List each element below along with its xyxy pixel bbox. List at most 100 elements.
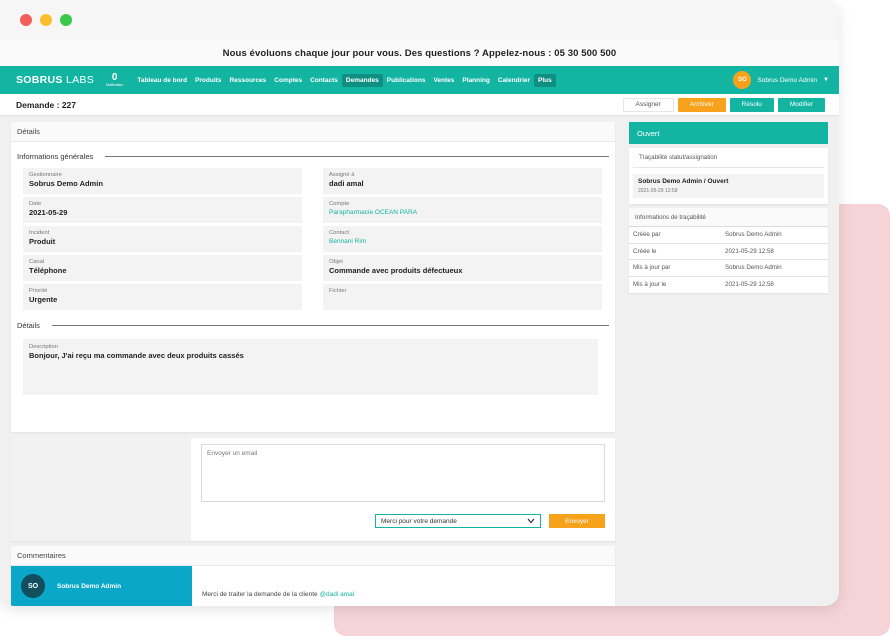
field-value: Sobrus Demo Admin: [29, 178, 103, 188]
comment-text: Merci de traiter la demande de la client…: [192, 566, 615, 606]
user-avatar[interactable]: SO: [733, 71, 752, 89]
side-column: Ouvert Traçabilité statut/assignation So…: [629, 122, 828, 293]
row-value: Sobrus Demo Admin: [725, 264, 782, 272]
close-window-dot[interactable]: [20, 14, 32, 26]
field-label: Canal: [29, 259, 45, 265]
nav-item-planning[interactable]: Planning: [458, 74, 493, 87]
stage: Nous évoluons chaque jour pour vous. Des…: [0, 0, 890, 636]
field-channel: Canal Téléphone: [23, 255, 302, 281]
table-row: Créée par Sobrus Demo Admin: [629, 227, 828, 244]
trace-entry: Sobrus Demo Admin / Ouvert: [638, 178, 729, 185]
email-card-body: Envoyer un email Merci pour votre demand…: [191, 438, 615, 541]
nav-item-sales[interactable]: Ventes: [429, 74, 458, 87]
field-assignee: Assigné à dadi amal: [323, 168, 602, 194]
field-label: Priorité: [29, 288, 48, 294]
comment-item: SO Sobrus Demo Admin Merci de traiter la…: [11, 566, 615, 606]
field-label: Assigné à: [329, 172, 355, 178]
nav-item-more[interactable]: Plus: [534, 73, 556, 87]
status-badge: Ouvert: [629, 122, 828, 144]
section-divider: [105, 156, 609, 157]
page-title: Demande : 227: [16, 99, 76, 110]
row-key: Créée par: [633, 231, 661, 239]
user-name[interactable]: Sobrus Demo Admin: [757, 77, 817, 84]
general-info-heading: Informations générales: [11, 152, 615, 161]
email-textarea[interactable]: Envoyer un email: [201, 444, 605, 502]
notification-counter[interactable]: 0 Notification: [106, 71, 124, 88]
field-value: 2021-05-29: [29, 207, 68, 217]
field-label: Fichier: [329, 288, 347, 294]
account-link[interactable]: Parapharmacie OCEAN PARA: [329, 209, 596, 216]
field-label: Contact: [329, 230, 349, 236]
table-row: Mis à jour par Sobrus Demo Admin: [629, 260, 828, 277]
field-manager: Gestionnaire Sobrus Demo Admin: [23, 168, 302, 194]
chevron-down-icon[interactable]: ▼: [823, 77, 829, 83]
details-card-title: Détails: [11, 122, 615, 142]
field-subject: Objet Commande avec produits défectueux: [323, 255, 602, 281]
nav-item-products[interactable]: Produits: [191, 74, 225, 87]
email-card-side: [11, 438, 191, 541]
nav-item-dashboard[interactable]: Tableau de bord: [133, 74, 191, 87]
trace-date: 2021-05-29 12:58: [638, 188, 678, 194]
comment-body: Merci de traiter la demande de la client…: [202, 591, 318, 598]
notification-label: Notification: [106, 82, 124, 87]
field-value: Urgente: [29, 294, 58, 304]
notification-count: 0: [111, 71, 118, 83]
window-titlebar: [0, 0, 839, 40]
details-section-title: Détails: [17, 321, 40, 330]
nav-item-resources[interactable]: Ressources: [225, 74, 270, 87]
edit-button[interactable]: Modifier: [777, 97, 825, 112]
brand-logo[interactable]: SOBRUS LABS: [16, 74, 94, 86]
assign-button[interactable]: Assigner: [622, 97, 674, 112]
row-value: 2021-05-29 12:58: [725, 281, 774, 289]
request-toolbar: Demande : 227 Assigner Archiver Résolu M…: [0, 94, 839, 116]
comments-title: Commentaires: [11, 546, 615, 566]
general-info-title: Informations générales: [17, 152, 94, 161]
comment-mention[interactable]: @dadi amal: [319, 591, 354, 598]
status-trace-title: Traçabilité statut/assignation: [633, 154, 824, 168]
field-date: Date 2021-05-29: [23, 197, 302, 223]
field-label: Date: [29, 201, 42, 207]
chevron-down-icon: [527, 518, 535, 524]
field-file: Fichier: [323, 284, 602, 310]
row-key: Mis à jour par: [633, 264, 671, 272]
table-row: Créée le 2021-05-29 12:58: [629, 244, 828, 260]
nav-item-accounts[interactable]: Comptes: [270, 74, 306, 87]
brand-bold: SOBRUS: [16, 74, 63, 86]
main-column: Détails Informations générales Gestionna…: [11, 122, 615, 606]
row-key: Créée le: [633, 247, 657, 255]
field-priority: Priorité Urgente: [23, 284, 302, 310]
table-row: Mis à jour le 2021-05-29 12:58: [629, 277, 828, 294]
field-value: Commande avec produits défectueux: [329, 265, 463, 275]
field-label: Compte: [329, 201, 350, 207]
comment-author: SO Sobrus Demo Admin: [11, 566, 192, 606]
archive-button[interactable]: Archiver: [677, 97, 726, 112]
nav-item-contacts[interactable]: Contacts: [306, 74, 342, 87]
resolve-button[interactable]: Résolu: [729, 97, 774, 112]
field-label: Objet: [329, 259, 343, 265]
send-email-button[interactable]: Envoyer: [549, 514, 605, 528]
description-box: Description Bonjour, J'ai reçu ma comman…: [23, 339, 598, 395]
status-trace-item: Sobrus Demo Admin / Ouvert 2021-05-29 12…: [633, 174, 824, 198]
email-template-select[interactable]: Merci pour votre demande: [375, 514, 541, 528]
contact-link[interactable]: Bennani Rim: [329, 238, 596, 245]
status-trace-card: Traçabilité statut/assignation Sobrus De…: [629, 148, 828, 204]
maximize-window-dot[interactable]: [60, 14, 72, 26]
details-heading: Détails: [11, 321, 615, 330]
comment-author-name: Sobrus Demo Admin: [57, 582, 122, 590]
traceability-card: Informations de traçabilité Créée par So…: [629, 208, 828, 293]
comments-card: Commentaires SO Sobrus Demo Admin Merci …: [11, 546, 615, 606]
field-incident: Incident Produit: [23, 226, 302, 252]
avatar: SO: [21, 574, 45, 598]
traceability-title: Informations de traçabilité: [629, 208, 828, 227]
general-info-fields: Gestionnaire Sobrus Demo Admin Assigné à…: [11, 161, 615, 310]
field-label: Incident: [29, 230, 50, 236]
minimize-window-dot[interactable]: [40, 14, 52, 26]
nav-item-requests[interactable]: Demandes: [341, 73, 383, 87]
field-value: dadi amal: [329, 178, 364, 188]
email-template-value: Merci pour votre demande: [381, 517, 457, 525]
description-value: Bonjour, J'ai reçu ma commande avec deux…: [29, 351, 244, 360]
row-value: Sobrus Demo Admin: [725, 231, 782, 239]
nav-item-publications[interactable]: Publications: [383, 74, 430, 87]
field-account: Compte Parapharmacie OCEAN PARA: [323, 197, 602, 223]
nav-item-calendar[interactable]: Calendrier: [494, 74, 534, 87]
